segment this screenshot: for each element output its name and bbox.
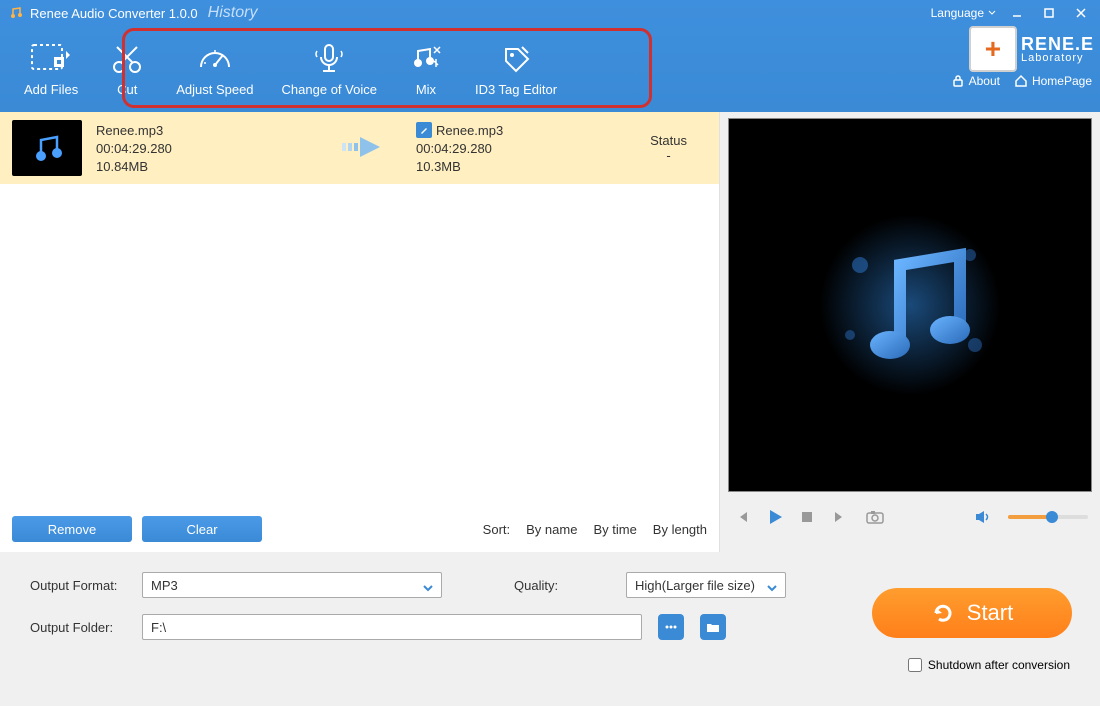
output-folder-label: Output Folder: [30,620,130,635]
arrow-icon [340,133,390,164]
sort-by-length[interactable]: By length [653,522,707,537]
output-filename: Renee.mp3 [436,123,503,138]
stop-button[interactable] [796,506,818,528]
file-thumbnail [12,120,82,176]
mix-button[interactable]: Mix [391,24,461,112]
adjust-speed-button[interactable]: Adjust Speed [162,24,267,112]
source-filename: Renee.mp3 [96,123,296,138]
sort-label: Sort: [483,522,510,537]
source-size: 10.84MB [96,159,296,174]
status-value: - [650,148,687,163]
output-format-label: Output Format: [30,578,130,593]
prev-button[interactable] [732,506,754,528]
cut-button[interactable]: Cut [92,24,162,112]
shutdown-checkbox-input[interactable] [908,658,922,672]
header: Renee Audio Converter 1.0.0 History Lang… [0,0,1100,112]
brand-icon [969,26,1017,72]
start-button[interactable]: Start [872,588,1072,638]
id3-editor-button[interactable]: ID3 Tag Editor [461,24,571,112]
maximize-button[interactable] [1038,5,1060,21]
add-files-icon [30,40,72,76]
close-button[interactable] [1070,5,1092,21]
play-button[interactable] [764,506,786,528]
file-list-panel: Renee.mp3 00:04:29.280 10.84MB Renee.mp3… [0,112,720,552]
language-button[interactable]: Language [931,6,996,20]
add-files-button[interactable]: Add Files [10,24,92,112]
quality-label: Quality: [514,578,614,593]
sort-by-time[interactable]: By time [593,522,636,537]
clear-button[interactable]: Clear [142,516,262,542]
app-icon [8,5,24,21]
brand-logo-area: RENE.E Laboratory [969,26,1094,72]
file-row[interactable]: Renee.mp3 00:04:29.280 10.84MB Renee.mp3… [0,112,719,184]
microphone-icon [311,40,347,76]
refresh-icon [931,601,955,625]
chevron-down-icon [767,581,777,596]
open-folder-button[interactable] [700,614,726,640]
chevron-down-icon [423,581,433,596]
tag-icon [498,40,534,76]
brand-subname: Laboratory [1021,53,1094,64]
preview-area [728,118,1092,492]
shutdown-checkbox[interactable]: Shutdown after conversion [908,658,1070,672]
homepage-link[interactable]: HomePage [1014,74,1092,88]
brand-name: RENE.E [1021,35,1094,53]
change-voice-button[interactable]: Change of Voice [268,24,391,112]
snapshot-button[interactable] [864,506,886,528]
toolbar: Add Files Cut Adjust Speed Change of Voi… [0,24,1100,112]
output-size: 10.3MB [416,159,556,174]
preview-panel [720,112,1100,552]
volume-slider[interactable] [1008,515,1088,519]
quality-select[interactable]: High(Larger file size) [626,572,786,598]
mix-icon [408,40,444,76]
cut-icon [109,40,145,76]
settings-panel: Output Format: MP3 Quality: High(Larger … [0,552,1100,706]
about-link[interactable]: About [951,74,1000,88]
titlebar: Renee Audio Converter 1.0.0 History Lang… [0,0,1100,24]
minimize-button[interactable] [1006,5,1028,21]
volume-icon[interactable] [972,506,994,528]
next-button[interactable] [828,506,850,528]
browse-button[interactable] [658,614,684,640]
remove-button[interactable]: Remove [12,516,132,542]
sort-by-name[interactable]: By name [526,522,577,537]
gauge-icon [197,40,233,76]
source-duration: 00:04:29.280 [96,141,296,156]
history-button[interactable]: History [208,4,258,22]
output-format-select[interactable]: MP3 [142,572,442,598]
output-folder-input[interactable]: F:\ [142,614,642,640]
status-label: Status [650,133,687,148]
edit-icon [416,122,432,138]
output-duration: 00:04:29.280 [416,141,556,156]
app-title: Renee Audio Converter 1.0.0 [30,6,198,21]
